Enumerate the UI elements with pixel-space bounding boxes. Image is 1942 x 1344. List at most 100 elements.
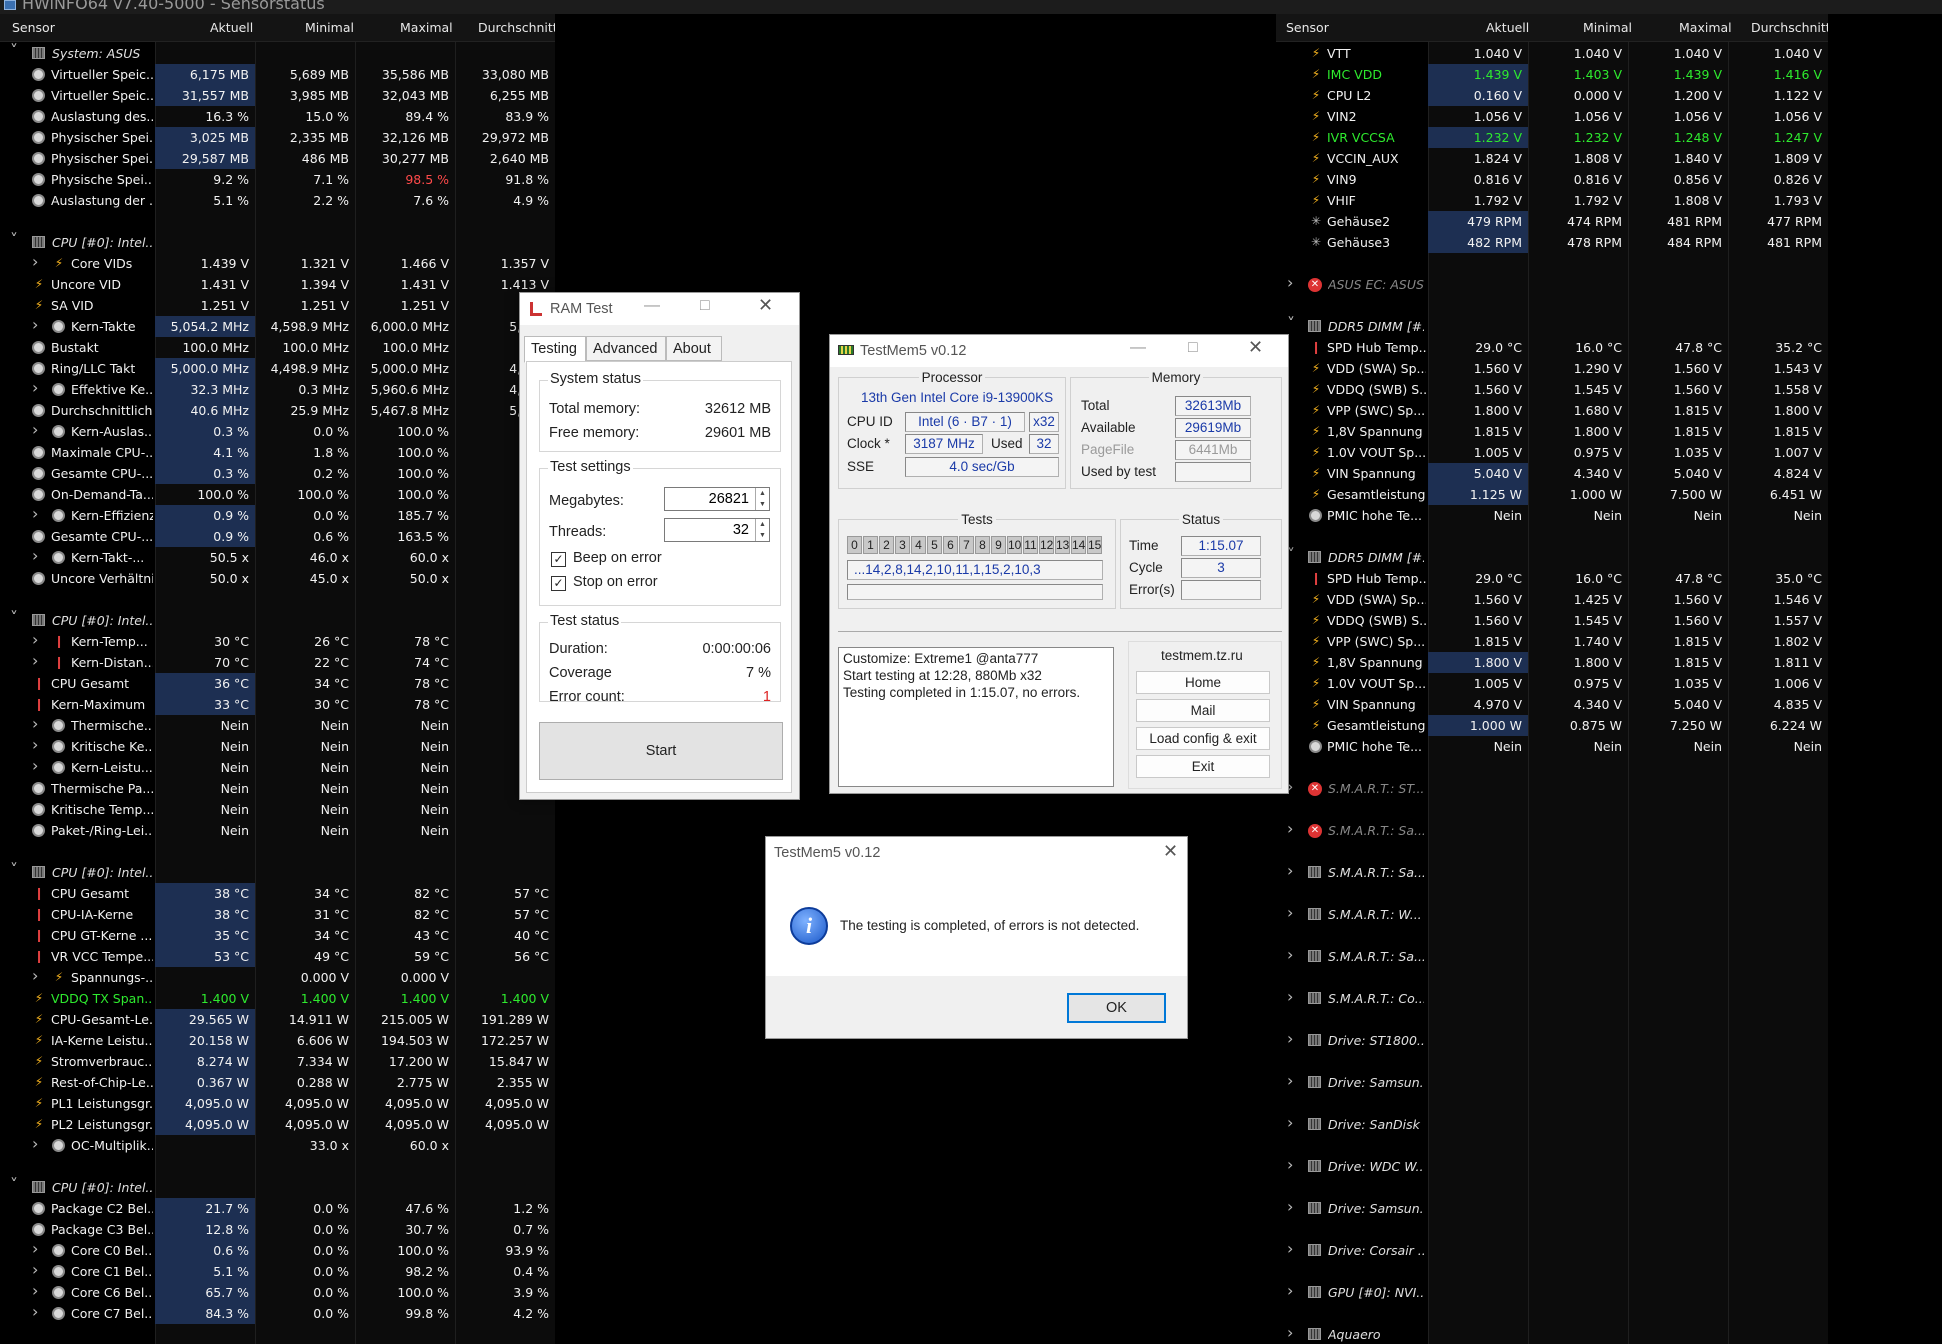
minimize-icon[interactable]: — (644, 297, 660, 315)
ok-button[interactable]: OK (1067, 993, 1166, 1023)
chevron-right-icon[interactable]: › (32, 735, 38, 754)
sensor-row[interactable]: ⚡ PL2 Leistungsgr... 4,095.0 W 4,095.0 W 4,0… (0, 1114, 555, 1135)
chevron-right-icon[interactable]: › (1287, 903, 1293, 922)
col-header-sensor[interactable]: Sensor (12, 20, 55, 35)
sensor-row[interactable]: ⚡ VPP (SWC) Sp... 1.800 V 1.680 V 1.815 V 1.8… (1276, 400, 1828, 421)
chevron-right-icon[interactable]: › (32, 315, 38, 334)
chevron-right-icon[interactable]: › (1287, 273, 1293, 292)
sensor-group-row[interactable]: › Drive: WDC W... (1276, 1155, 1828, 1177)
sensor-row[interactable]: › Thermische... Nein Nein Nein (0, 714, 555, 736)
sensor-row[interactable]: Ring/LLC Takt 5,000.0 MHz 4,498.9 MHz 5,000… (0, 358, 555, 379)
spinner-arrows-icon[interactable]: ▲ ▼ (755, 519, 769, 541)
sensor-group-row[interactable]: ˅ System: ASUS (0, 41, 555, 64)
sensor-row[interactable]: ❙ CPU-IA-Kerne 38 °C 31 °C 82 °C 57 °C (0, 904, 555, 925)
chevron-down-icon[interactable]: ˅ (10, 608, 18, 627)
sensor-row[interactable]: ⚡ VPP (SWC) Sp... 1.815 V 1.740 V 1.815 V 1.8… (1276, 631, 1828, 652)
sensor-group-row[interactable]: ˅ CPU [#0]: Intel... (0, 860, 555, 883)
home-button[interactable]: Home (1136, 671, 1270, 694)
sensor-row[interactable]: › Core C6 Bel... 65.7 % 0.0 % 100.0 % 3.9 % (0, 1281, 555, 1303)
sensor-row[interactable]: ⚡ Gesamtleistung 1.125 W 1.000 W 7.500 W 6.45… (1276, 484, 1828, 505)
sensor-group-row[interactable]: ˅ CPU [#0]: Intel... (0, 1175, 555, 1198)
chevron-right-icon[interactable]: › (32, 966, 38, 985)
sensor-row[interactable]: Uncore Verhältnis 50.0 x 45.0 x 50.0 x (0, 568, 555, 589)
sensor-group-row[interactable]: › ✕ S.M.A.R.T.: ST... (1276, 777, 1828, 799)
sensor-row[interactable]: ❙ CPU Gesamt 38 °C 34 °C 82 °C 57 °C (0, 883, 555, 904)
sensor-row[interactable]: › ⚡ Spannungs-... 0.000 V 0.000 V (0, 966, 555, 988)
sensor-panel-left[interactable]: Sensor Aktuell Minimal Maximal Durchschn… (0, 14, 555, 1344)
tab-advanced[interactable]: Advanced (586, 336, 666, 361)
sensor-row[interactable]: ❙ VR VCC Tempe... 53 °C 49 °C 59 °C 56 °C (0, 946, 555, 967)
chevron-right-icon[interactable]: › (1287, 1239, 1293, 1258)
chevron-right-icon[interactable]: › (32, 1260, 38, 1279)
chevron-right-icon[interactable]: › (32, 714, 38, 733)
chevron-right-icon[interactable]: › (32, 1281, 38, 1300)
chevron-down-icon[interactable]: ˅ (1287, 314, 1295, 333)
col-header-min[interactable]: Minimal (1583, 20, 1632, 35)
ramtest-titlebar[interactable]: RAM Test — □ ✕ (520, 293, 799, 325)
megabytes-input[interactable] (665, 488, 751, 509)
sensor-row[interactable]: ⚡ IVR VCCSA 1.232 V 1.232 V 1.248 V 1.247 V (1276, 127, 1828, 148)
sensor-group-row[interactable]: › Drive: Samsun... (1276, 1071, 1828, 1093)
sensor-row[interactable]: › OC-Multiplik... 33.0 x 60.0 x (0, 1134, 555, 1156)
chevron-right-icon[interactable]: › (1287, 861, 1293, 880)
col-header-min[interactable]: Minimal (305, 20, 354, 35)
sensor-row[interactable]: ⚡ PL1 Leistungsgr... 4,095.0 W 4,095.0 W 4,0… (0, 1093, 555, 1114)
chevron-right-icon[interactable]: › (32, 378, 38, 397)
sensor-row[interactable]: ⚡ Gesamtleistung 1.000 W 0.875 W 7.250 W 6.22… (1276, 715, 1828, 736)
sensor-row[interactable]: ⚡ VDDQ TX Span... 1.400 V 1.400 V 1.400 V 1.4… (0, 988, 555, 1009)
sensor-row[interactable]: › Core C7 Bel... 84.3 % 0.0 % 99.8 % 4.2 % (0, 1302, 555, 1324)
tab-testing[interactable]: Testing (524, 336, 586, 363)
chevron-right-icon[interactable]: › (1287, 1071, 1293, 1090)
chevron-right-icon[interactable]: › (32, 756, 38, 775)
chevron-right-icon[interactable]: › (32, 1239, 38, 1258)
sensor-row[interactable]: ⚡SA VID1.251 V1.251 V1.251 V1 (0, 295, 555, 316)
sensor-row[interactable]: ⚡ Uncore VID 1.431 V 1.394 V 1.431 V 1.413 V (0, 274, 555, 295)
sensor-row[interactable]: ⚡ 1.0V VOUT Sp... 1.005 V 0.975 V 1.035 V 1.0… (1276, 442, 1828, 463)
sensor-row[interactable]: Physischer Spei... 3,025 MB 2,335 MB 32,126… (0, 127, 555, 148)
sensor-group-row[interactable]: › S.M.A.R.T.: Co... (1276, 987, 1828, 1009)
col-header-current[interactable]: Aktuell (1486, 20, 1529, 35)
sensor-row[interactable]: ⚡ Rest-of-Chip-Le... 0.367 W 0.288 W 2.775 W… (0, 1072, 555, 1093)
sensor-group-row[interactable]: › ✕ ASUS EC: ASUS (1276, 273, 1828, 295)
close-icon[interactable]: ✕ (758, 295, 773, 316)
sensor-row[interactable]: Virtueller Speic... 31,557 MB 3,985 MB 32,0… (0, 85, 555, 106)
chevron-down-icon[interactable]: ˅ (10, 860, 18, 879)
load-config-exit-button[interactable]: Load config & exit (1136, 727, 1270, 750)
sensor-row[interactable]: ⚡ 1.0V VOUT Sp... 1.005 V 0.975 V 1.035 V 1.0… (1276, 673, 1828, 694)
sensor-group-row[interactable]: ˅ CPU [#0]: Intel... (0, 608, 555, 631)
sensor-row[interactable]: ⚡ CPU-Gesamt-Le... 29.565 W 14.911 W 215.005… (0, 1009, 555, 1030)
sensor-group-row[interactable]: › Drive: Corsair ... (1276, 1239, 1828, 1261)
sensor-row[interactable]: ⚡ VDD (SWA) Sp... 1.560 V 1.425 V 1.560 V 1.5… (1276, 589, 1828, 610)
chevron-right-icon[interactable]: › (32, 1302, 38, 1321)
sensor-row[interactable]: ›Kern-Auslas...0.3 %0.0 %100.0 %9 (0, 420, 555, 442)
sensor-group-row[interactable]: ˅ DDR5 DIMM [#... (1276, 314, 1828, 337)
sensor-row[interactable]: Auslastung der ... 5.1 % 2.2 % 7.6 % 4.9 % (0, 190, 555, 211)
sensor-row[interactable]: ⚡ VIN Spannung 4.970 V 4.340 V 5.040 V 4.835 … (1276, 694, 1828, 715)
sensor-row[interactable]: Maximale CPU-...4.1 %1.8 %100.0 %9 (0, 442, 555, 463)
sensor-row[interactable]: ❙ Kern-Maximum 33 °C 30 °C 78 °C (0, 694, 555, 715)
beep-on-error-label[interactable]: Beep on error (573, 550, 662, 566)
sensor-row[interactable]: › ❙ Kern-Distan... 70 °C 22 °C 74 °C (0, 651, 555, 673)
sensor-row[interactable]: Physischer Spei... 29,587 MB 486 MB 30,277 … (0, 148, 555, 169)
sensor-row[interactable]: ⚡ 1,8V Spannung 1.815 V 1.800 V 1.815 V 1.815… (1276, 421, 1828, 442)
maximize-icon[interactable]: □ (700, 297, 710, 315)
col-header-sensor[interactable]: Sensor (1286, 20, 1329, 35)
stop-on-error-checkbox[interactable]: ✓ (551, 576, 566, 591)
sensor-row[interactable]: › ❙ Kern-Temp... 30 °C 26 °C 78 °C (0, 630, 555, 652)
chevron-right-icon[interactable]: › (1287, 1323, 1293, 1342)
col-header-avg[interactable]: Durchschnitt (1751, 20, 1828, 35)
sensor-row[interactable]: › Core C1 Bel... 5.1 % 0.0 % 98.2 % 0.4 % (0, 1260, 555, 1282)
stop-on-error-label[interactable]: Stop on error (573, 574, 658, 590)
sensor-group-row[interactable]: › Drive: SanDisk ... (1276, 1113, 1828, 1135)
sensor-row[interactable]: ⚡ IA-Kerne Leistu... 20.158 W 6.606 W 194.50… (0, 1030, 555, 1051)
sensor-row[interactable]: On-Demand-Ta...100.0 %100.0 %100.0 %10 (0, 484, 555, 505)
sensor-row[interactable]: › Kritische Ke... Nein Nein Nein (0, 735, 555, 757)
sensor-row[interactable]: Gesamte CPU-...0.3 %0.2 %100.0 %9 (0, 463, 555, 484)
sensor-row[interactable]: ⚡ 1,8V Spannung 1.800 V 1.800 V 1.815 V 1.811… (1276, 652, 1828, 673)
col-header-avg[interactable]: Durchschnitt (478, 20, 555, 35)
sensor-row[interactable]: › Kern-Takt-... 50.5 x 46.0 x 60.0 x (0, 546, 555, 568)
sensor-row[interactable]: ⚡ VHIF 1.792 V 1.792 V 1.808 V 1.793 V (1276, 190, 1828, 211)
chevron-right-icon[interactable]: › (1287, 1113, 1293, 1132)
sensor-group-row[interactable]: › Drive: ST1800... (1276, 1029, 1828, 1051)
sensor-row[interactable]: ⚡ VIN9 0.816 V 0.816 V 0.856 V 0.826 V (1276, 169, 1828, 190)
